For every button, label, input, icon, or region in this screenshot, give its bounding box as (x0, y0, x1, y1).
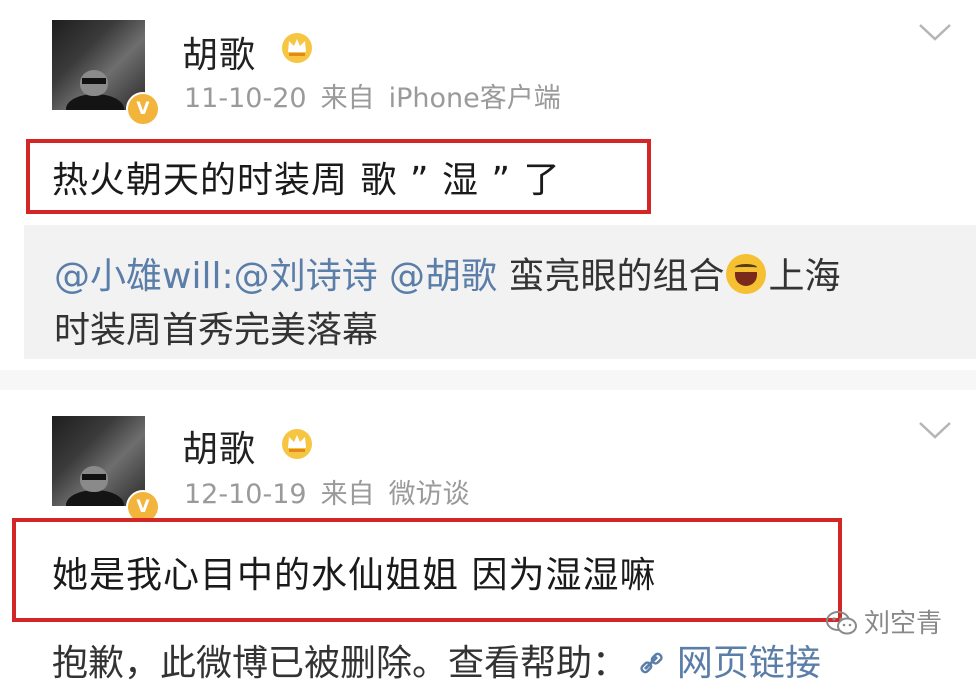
post-source[interactable]: 微访谈 (389, 479, 470, 510)
laughing-emoji-icon (726, 254, 767, 294)
chevron-down-icon[interactable] (918, 420, 952, 440)
crown-icon[interactable] (280, 426, 314, 460)
repost-mentions[interactable]: @小雄will:@刘诗诗 @胡歌 (54, 256, 497, 297)
from-label: 来自 (320, 83, 375, 114)
repost-line-2: 时装周首秀完美落幕 (54, 310, 379, 351)
post-meta: 11-10-20 来自 iPhone客户端 (184, 76, 575, 115)
watermark-text: 刘空青 (864, 609, 943, 639)
from-label: 来自 (320, 479, 375, 510)
chevron-down-icon[interactable] (918, 22, 952, 42)
repost-card[interactable]: @小雄will:@刘诗诗 @胡歌 蛮亮眼的组合 上海 时装周首秀完美落幕 (24, 225, 976, 359)
repost-text: 蛮亮眼的组合 (497, 256, 725, 297)
divider (0, 370, 976, 390)
weibo-post-1: V 胡歌 11-10-20 来自 iPhone客户端 热火朝天的时装周 歌 ” 湿 … (0, 0, 976, 370)
post-content: 她是我心目中的水仙姐姐 因为湿湿嘛 (52, 555, 657, 596)
username[interactable]: 胡歌 (182, 26, 256, 78)
crown-icon[interactable] (280, 30, 314, 64)
repost-line-1: @小雄will:@刘诗诗 @胡歌 蛮亮眼的组合 上海 (54, 247, 841, 299)
verified-v-badge-icon: V (126, 92, 160, 126)
deleted-notice: 抱歉，此微博已被删除。查看帮助： 网页链接 (52, 634, 821, 686)
post-source[interactable]: iPhone客户端 (389, 83, 561, 114)
post-date[interactable]: 12-10-19 (184, 479, 307, 510)
post-meta: 12-10-19 来自 微访谈 (184, 472, 484, 511)
watermark: 刘空青 (826, 603, 942, 640)
avatar[interactable] (52, 416, 145, 506)
wechat-icon (826, 611, 857, 635)
username[interactable]: 胡歌 (182, 420, 256, 472)
link-icon[interactable] (639, 651, 665, 677)
post-date[interactable]: 11-10-20 (184, 83, 307, 114)
post-content: 热火朝天的时装周 歌 ” 湿 ” 了 (52, 160, 561, 201)
repost-text-2: 上海 (768, 256, 841, 297)
